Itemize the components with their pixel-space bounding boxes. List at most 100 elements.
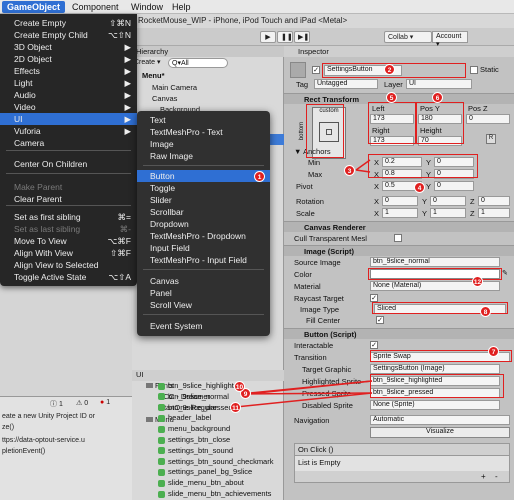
project-sprite-item[interactable]: settings_btn_close <box>158 435 230 444</box>
raw-edit-button[interactable]: R <box>486 134 496 144</box>
onclick-remove-button[interactable]: - <box>495 472 507 481</box>
project-sprite-item[interactable]: slide_menu_btn_achievements <box>158 489 271 498</box>
sprite-icon <box>158 404 165 412</box>
step-button[interactable]: ▶❚ <box>294 31 310 43</box>
ui-submenu-item[interactable]: Scrollbar <box>137 206 270 218</box>
hierarchy-item[interactable]: Canvas <box>132 94 284 105</box>
ui-submenu-item[interactable]: Button <box>137 170 270 182</box>
ui-submenu-item[interactable]: TextMeshPro - Dropdown <box>137 230 270 242</box>
gameobject-menu-item[interactable]: 2D Object ▶ <box>0 53 137 65</box>
ui-submenu-item[interactable]: Toggle <box>137 182 270 194</box>
gameobject-menu-item[interactable]: Audio ▶ <box>0 89 137 101</box>
gameobject-menu-item[interactable]: UI ▶ <box>0 113 137 125</box>
tag-dropdown[interactable]: Untagged <box>314 79 378 89</box>
ui-submenu-item[interactable]: Scroll View <box>137 299 270 311</box>
console-line[interactable]: pletionEvent() <box>2 448 45 455</box>
gameobject-menu-item[interactable]: Center On Children <box>0 158 137 170</box>
project-sprite-item[interactable]: btn_9slice_pressed <box>158 403 233 412</box>
project-folder-ui[interactable]: UI <box>132 370 284 381</box>
gameobject-menu-item[interactable]: Toggle Active State ⌥⇧A <box>0 271 137 283</box>
gameobject-menu-item[interactable]: Align View to Selected <box>0 259 137 271</box>
static-checkbox[interactable] <box>470 66 478 74</box>
project-sprite-item[interactable]: header_label <box>158 413 211 422</box>
console-line[interactable]: ttps://data-optout-service.u <box>2 437 85 444</box>
rotation-z-field[interactable]: 0 <box>478 196 510 206</box>
project-sprite-item[interactable]: settings_panel_bg_9slice <box>158 467 252 476</box>
button-script-header[interactable]: Button (Script) <box>284 328 514 339</box>
layer-dropdown[interactable]: UI <box>406 79 472 89</box>
ui-submenu-item[interactable]: Dropdown <box>137 218 270 230</box>
visualize-button[interactable]: Visualize <box>370 427 510 438</box>
project-sprite-item[interactable]: menu_background <box>158 424 230 433</box>
project-sprite-item[interactable]: settings_btn_sound_checkmark <box>158 457 273 466</box>
ui-submenu-item[interactable]: Raw Image <box>137 150 270 162</box>
ui-submenu-item[interactable]: Panel <box>137 287 270 299</box>
pivot-y-field[interactable]: 0 <box>434 181 474 191</box>
canvas-renderer-header[interactable]: Canvas Renderer <box>284 221 514 232</box>
gameobject-menu-item[interactable]: Create Empty ⇧⌘N <box>0 17 137 29</box>
rotation-x-field[interactable]: 0 <box>382 196 418 206</box>
image-script-header[interactable]: Image (Script) <box>284 245 514 256</box>
gameobject-menu-item[interactable]: 3D Object ▶ <box>0 41 137 53</box>
account-button[interactable]: Account ▾ <box>432 31 468 48</box>
menu-gameobject[interactable]: GameObject <box>2 1 66 13</box>
target-graphic-field[interactable]: SettingsButton (Image) <box>370 364 500 374</box>
project-sprite-item[interactable]: settings_btn_sound <box>158 446 233 455</box>
play-button[interactable]: ▶ <box>260 31 276 43</box>
interactable-checkbox[interactable]: ✓ <box>370 341 378 349</box>
ui-submenu-item[interactable]: Input Field <box>137 242 270 254</box>
gameobject-menu-item[interactable]: Video ▶ <box>0 101 137 113</box>
inspector-tab[interactable]: Inspector <box>284 46 514 57</box>
navigation-dropdown[interactable]: Automatic <box>370 415 510 425</box>
project-sprite-item[interactable]: slide_menu_btn_about <box>158 478 244 487</box>
menu-window[interactable]: Window <box>126 1 168 13</box>
gameobject-menu-item[interactable]: Set as first sibling ⌘= <box>0 211 137 223</box>
ui-submenu-item[interactable]: Image <box>137 138 270 150</box>
gameobject-menu-item[interactable]: Move To View ⌥⌘F <box>0 235 137 247</box>
collab-button[interactable]: Collab ▾ <box>384 31 432 43</box>
source-image-field[interactable]: btn_9slice_normal <box>370 257 500 267</box>
gameobject-menu-item[interactable]: Make Parent <box>0 181 137 193</box>
console-line[interactable]: eate a new Unity Project ID or <box>2 413 95 420</box>
ui-submenu-item[interactable]: Event System <box>137 320 270 332</box>
eyedropper-icon[interactable]: ✎ <box>502 269 510 278</box>
rotation-y-field[interactable]: 0 <box>430 196 466 206</box>
hierarchy-create-button[interactable]: Create ▾ <box>134 58 164 68</box>
gameobject-menu-item[interactable]: Align With View ⇧⌘F <box>0 247 137 259</box>
cull-checkbox[interactable] <box>394 234 402 242</box>
menu-component[interactable]: Component <box>67 1 124 13</box>
gameobject-menu-item[interactable]: Light ▶ <box>0 77 137 89</box>
ui-submenu-item[interactable]: Text <box>137 114 270 126</box>
project-sprite-item[interactable]: btn_9slice_highlight <box>158 381 234 390</box>
onclick-add-button[interactable]: + <box>481 472 493 481</box>
pause-button[interactable]: ❚❚ <box>277 31 293 43</box>
gameobject-menu-item[interactable]: Set as last sibling ⌘- <box>0 223 137 235</box>
scale-z-field[interactable]: 1 <box>478 208 510 218</box>
ui-submenu-item[interactable]: TextMeshPro - Input Field <box>137 254 270 266</box>
scale-x-field[interactable]: 1 <box>382 208 418 218</box>
ui-submenu-item[interactable]: TextMeshPro - Text <box>137 126 270 138</box>
fill-center-checkbox[interactable]: ✓ <box>376 316 384 324</box>
hierarchy-tab[interactable]: Hierarchy <box>132 46 284 57</box>
hierarchy-item[interactable]: Main Camera <box>132 83 284 94</box>
raycast-checkbox[interactable]: ✓ <box>370 294 378 302</box>
scale-y-field[interactable]: 1 <box>430 208 466 218</box>
ui-submenu-item[interactable]: Canvas <box>137 275 270 287</box>
gameobject-menu-item[interactable]: Camera <box>0 137 137 149</box>
gameobject-menu-item[interactable]: Effects ▶ <box>0 65 137 77</box>
menu-help[interactable]: Help <box>167 1 196 13</box>
ui-submenu-item[interactable]: Slider <box>137 194 270 206</box>
hierarchy-search-input[interactable]: Q▾All <box>168 58 228 68</box>
disabled-sprite-field[interactable]: None (Sprite) <box>370 400 500 410</box>
project-sprite-item[interactable]: btn_9slice_normal <box>158 392 229 401</box>
active-checkbox[interactable]: ✓ <box>312 66 320 74</box>
hierarchy-scene[interactable]: Menu* <box>132 71 284 82</box>
console-info-count[interactable]: ⓘ 1 <box>50 399 63 409</box>
console-warn-count[interactable]: ⚠ 0 <box>76 399 88 407</box>
posz-field[interactable]: 0 <box>466 114 510 124</box>
console-line[interactable]: ze() <box>2 424 14 431</box>
gameobject-menu-item[interactable]: Vuforia ▶ <box>0 125 137 137</box>
console-error-count[interactable]: ● 1 <box>100 399 110 406</box>
gameobject-menu-item[interactable]: Create Empty Child ⌥⇧N <box>0 29 137 41</box>
gameobject-menu-item[interactable]: Clear Parent <box>0 193 137 205</box>
